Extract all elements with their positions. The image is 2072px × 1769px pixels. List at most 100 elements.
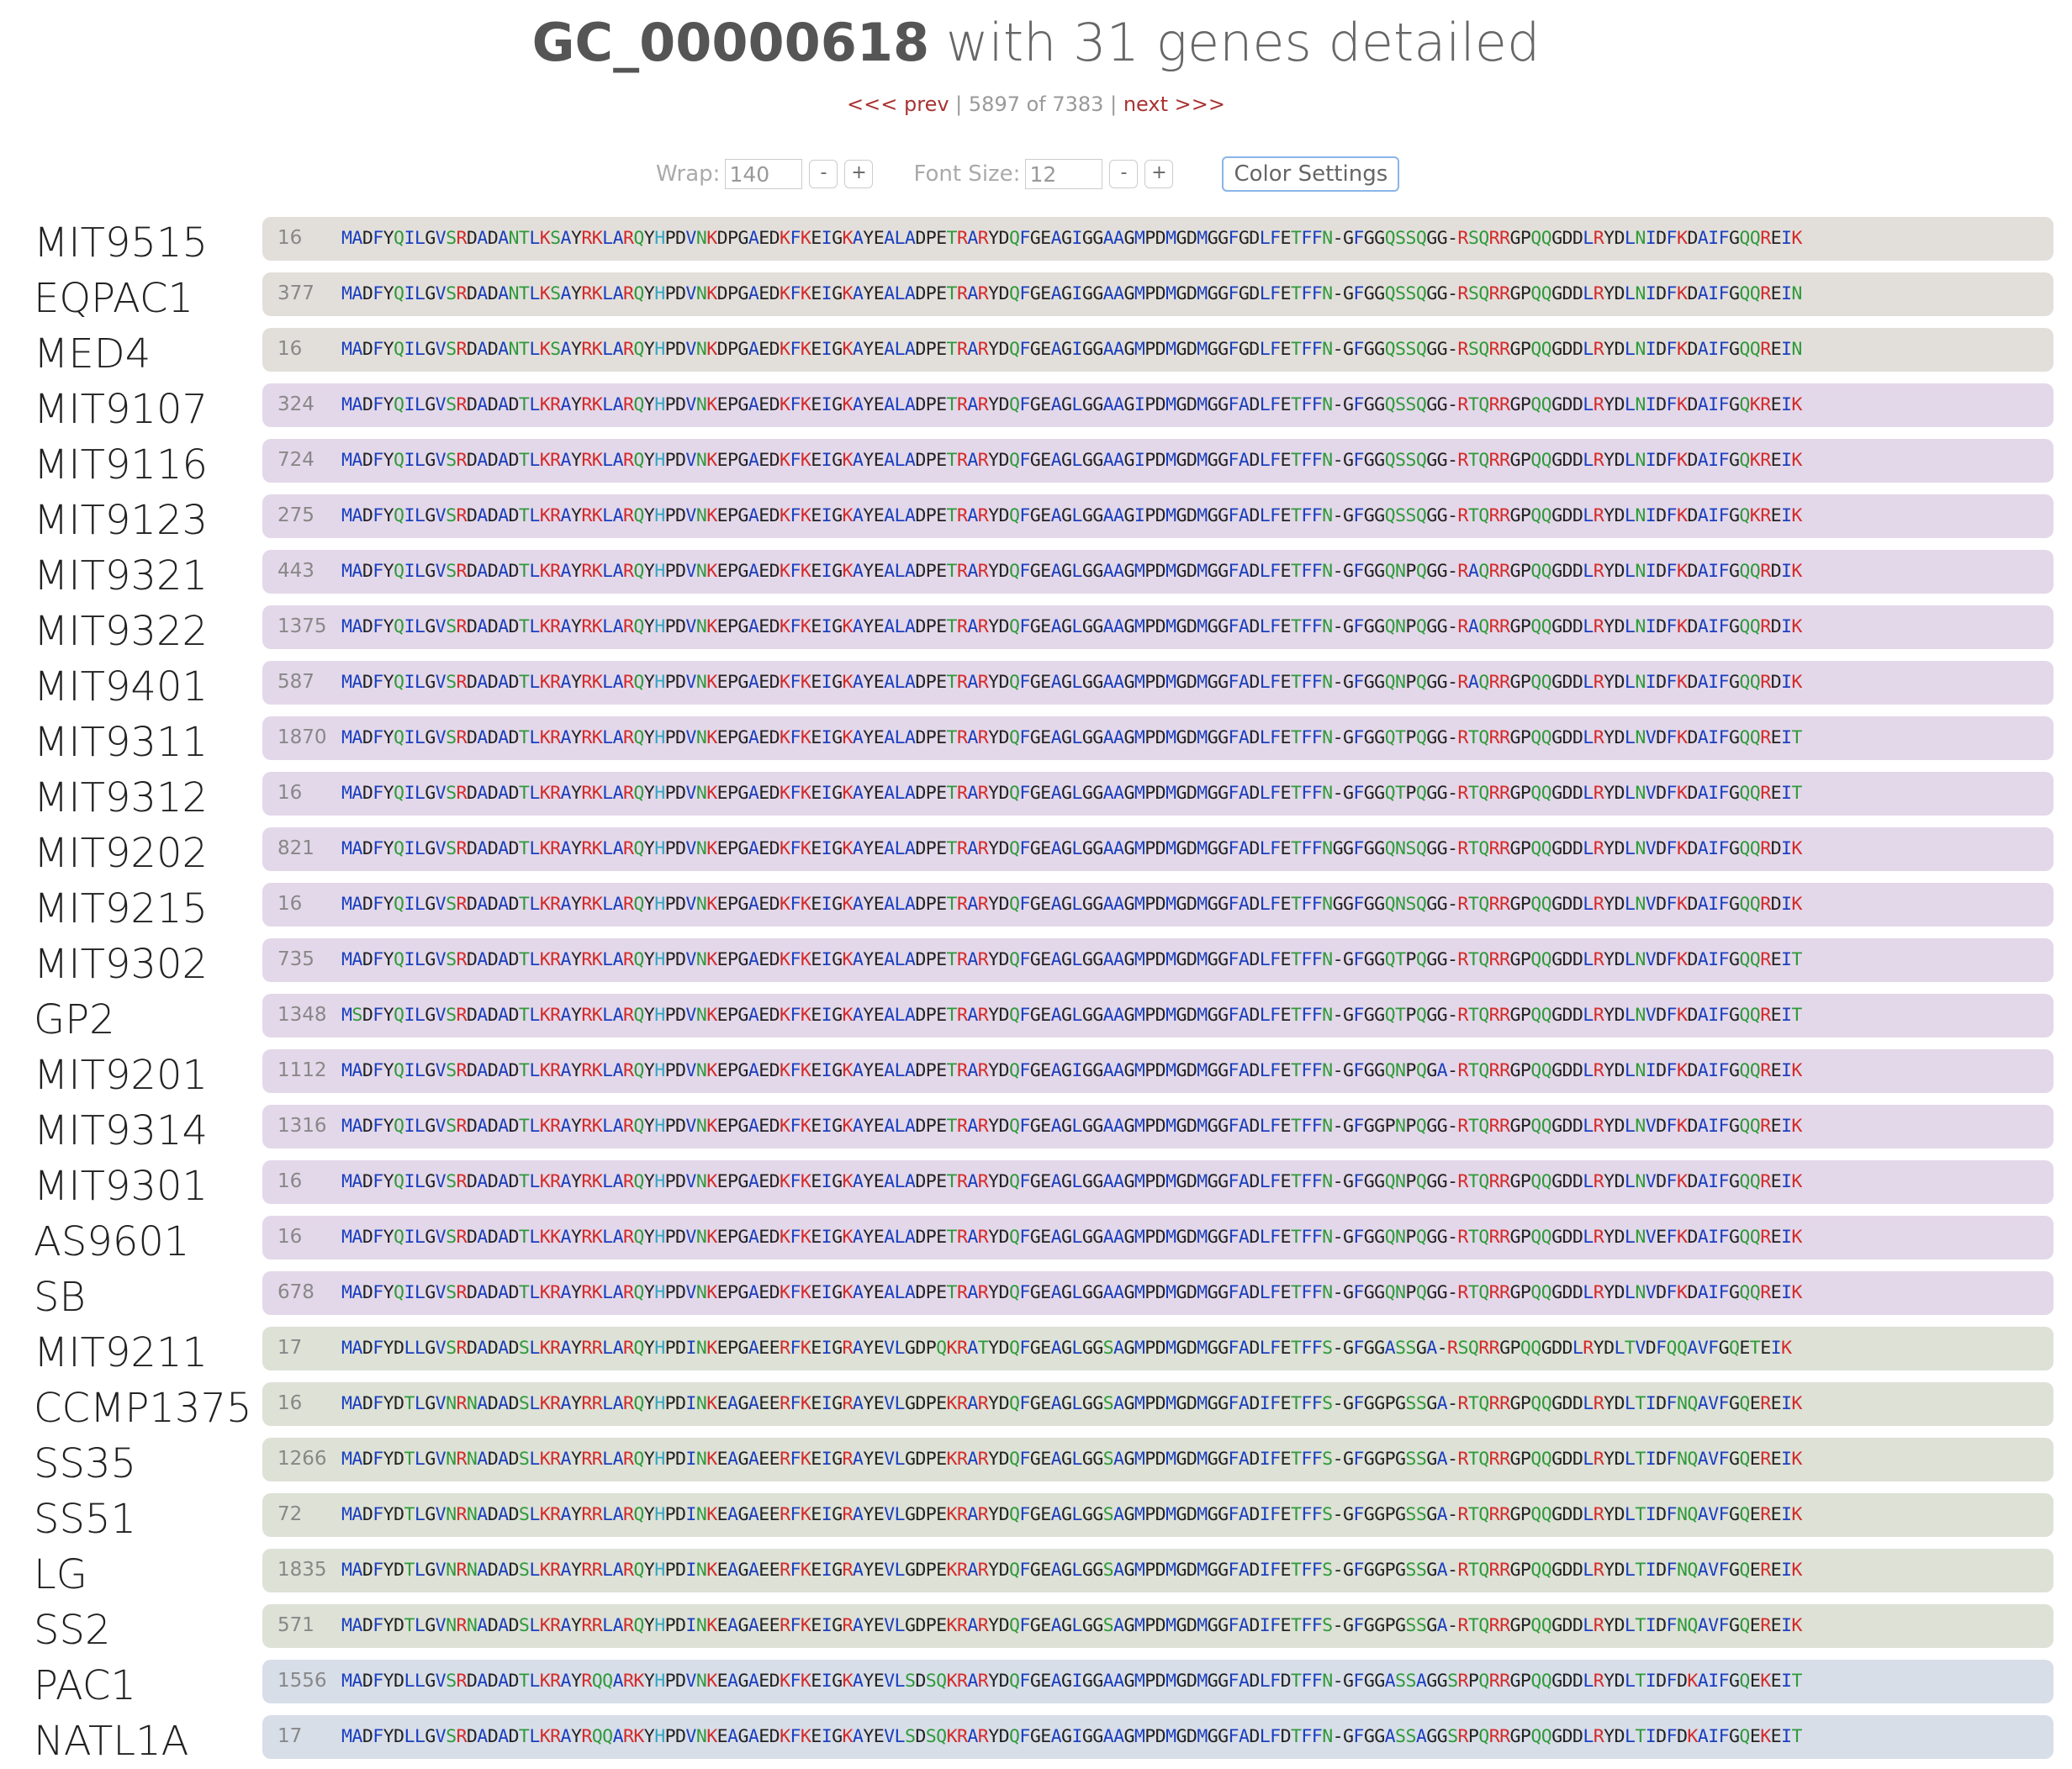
gene-call-id[interactable]: 443	[278, 560, 314, 582]
gene-call-id[interactable]: 1316	[278, 1115, 327, 1137]
wrap-decrease-button[interactable]: -	[809, 160, 838, 188]
gene-name[interactable]: SS2	[34, 1607, 110, 1654]
gene-name[interactable]: MIT9302	[34, 941, 208, 988]
gene-name[interactable]: SS51	[34, 1496, 136, 1543]
gene-name[interactable]: GP2	[34, 996, 115, 1043]
gene-name[interactable]: CCMP1375	[34, 1385, 252, 1432]
page-title: GC_00000618 with 31 genes detailed	[0, 12, 2072, 73]
gene-name[interactable]: MIT9107	[34, 386, 208, 433]
gene-call-id[interactable]: 1266	[278, 1448, 327, 1470]
gene-call-id[interactable]: 16	[278, 1170, 302, 1192]
next-link[interactable]: next >>>	[1123, 92, 1225, 116]
prev-link[interactable]: <<< prev	[847, 92, 949, 116]
font-size-increase-button[interactable]: +	[1144, 160, 1174, 188]
gene-name[interactable]: MIT9401	[34, 663, 208, 710]
gene-call-id[interactable]: 275	[278, 504, 314, 526]
amino-acid-sequence: MSDFYQILGVSRDADADTLKRAYRKLARQYHPDVNKEPGA…	[341, 1005, 1802, 1026]
gene-name[interactable]: MIT9202	[34, 830, 208, 877]
gene-name[interactable]: PAC1	[34, 1662, 136, 1709]
sequence-box: 1316 MADFYQILGVSRDADADTLKRAYRKLARQYHPDVNK…	[262, 1105, 2054, 1149]
gene-row: MIT9301 16 MADFYQILGVSRDADADTLKRAYRKLARQYH…	[0, 1158, 2072, 1213]
gene-row: PAC1 1556 MADFYDLLGVSRDADADTLKRAYRQQARKYHP…	[0, 1657, 2072, 1713]
nav-separator: |	[1110, 92, 1118, 116]
gene-name[interactable]: SS35	[34, 1440, 136, 1487]
sequence-box: 17 MADFYDLLGVSRDADADTLKRAYRQQARKYHPDVNKEA…	[262, 1715, 2054, 1759]
gene-call-id[interactable]: 16	[278, 338, 302, 360]
gene-call-id[interactable]: 324	[278, 393, 314, 415]
sequence-box: 16 MADFYQILGVSRDADANTLKSAYRKLARQYHPDVNKDP…	[262, 328, 2054, 372]
sequence-box: 16 MADFYQILGVSRDADADTLKRAYRKLARQYHPDVNKEP…	[262, 1160, 2054, 1204]
gene-call-id[interactable]: 377	[278, 283, 314, 304]
amino-acid-sequence: MADFYDLLGVSRDADADTLKRAYRQQARKYHPDVNKEAGA…	[341, 1726, 1802, 1747]
gene-call-id[interactable]: 16	[278, 1226, 302, 1248]
gene-call-id[interactable]: 724	[278, 449, 314, 471]
gene-row: MIT9211 17 MADFYDLLGVSRDADADSLKRAYRRLARQYH…	[0, 1324, 2072, 1380]
gene-call-id[interactable]: 72	[278, 1503, 302, 1525]
gene-call-id[interactable]: 1112	[278, 1059, 327, 1081]
sequence-box: 17 MADFYDLLGVSRDADADSLKRAYRRLARQYHPDINKEP…	[262, 1327, 2054, 1370]
gene-call-id[interactable]: 16	[278, 1392, 302, 1414]
font-size-input[interactable]	[1025, 159, 1103, 189]
sequence-box: 275 MADFYQILGVSRDADADTLKRAYRKLARQYHPDVNKE…	[262, 494, 2054, 538]
gene-call-id[interactable]: 678	[278, 1281, 314, 1303]
sequence-box: 1348 MSDFYQILGVSRDADADTLKRAYRKLARQYHPDVNK…	[262, 994, 2054, 1038]
gene-name[interactable]: MIT9312	[34, 774, 208, 821]
gene-name[interactable]: EQPAC1	[34, 275, 193, 322]
gene-call-id[interactable]: 821	[278, 837, 314, 859]
gene-name[interactable]: NATL1A	[34, 1718, 188, 1765]
page-subtitle: with 31 genes detailed	[945, 12, 1541, 73]
amino-acid-sequence: MADFYDTLGVNRNADADSLKRAYRRLARQYHPDINKEAGA…	[341, 1504, 1802, 1525]
font-size-decrease-button[interactable]: -	[1109, 160, 1139, 188]
sequence-box: 1375 MADFYQILGVSRDADADTLKRAYRKLARQYHPDVNK…	[262, 605, 2054, 649]
display-controls: Wrap: - + Font Size: - + Color Settings	[656, 156, 1400, 192]
gene-name[interactable]: MIT9215	[34, 885, 208, 932]
amino-acid-sequence: MADFYQILGVSRDADADTLKRAYRKLARQYHPDVNKEPGA…	[341, 561, 1802, 582]
gene-call-id[interactable]: 16	[278, 227, 302, 249]
gene-call-id[interactable]: 1870	[278, 726, 327, 748]
gene-name[interactable]: MIT9311	[34, 719, 208, 766]
gene-call-id[interactable]: 571	[278, 1614, 314, 1636]
wrap-increase-button[interactable]: +	[844, 160, 874, 188]
amino-acid-sequence: MADFYQILGVSRDADADTLKRAYRKLARQYHPDVNKEPGA…	[341, 838, 1802, 859]
gene-name[interactable]: MIT9116	[34, 441, 208, 488]
gene-row: SS35 1266 MADFYDTLGVNRNADADSLKRAYRRLARQYHP…	[0, 1435, 2072, 1491]
sequence-box: 571 MADFYDTLGVNRNADADSLKRAYRRLARQYHPDINKE…	[262, 1604, 2054, 1648]
gene-name[interactable]: MIT9301	[34, 1163, 208, 1210]
gene-row: MIT9515 16 MADFYQILGVSRDADANTLKSAYRKLARQYH…	[0, 214, 2072, 270]
gene-call-id[interactable]: 17	[278, 1725, 302, 1747]
gene-call-id[interactable]: 587	[278, 671, 314, 693]
gene-call-id[interactable]: 1556	[278, 1670, 327, 1692]
sequence-box: 735 MADFYQILGVSRDADADTLKRAYRKLARQYHPDVNKE…	[262, 938, 2054, 982]
color-settings-button[interactable]: Color Settings	[1222, 156, 1400, 192]
gene-row: EQPAC1 377 MADFYQILGVSRDADANTLKSAYRKLARQYH…	[0, 270, 2072, 325]
gene-call-id[interactable]: 1835	[278, 1559, 327, 1581]
sequence-box: 1556 MADFYDLLGVSRDADADTLKRAYRQQARKYHPDVNK…	[262, 1660, 2054, 1703]
gene-name[interactable]: MIT9515	[34, 219, 208, 267]
gene-row: SS51 72 MADFYDTLGVNRNADADSLKRAYRRLARQYHPDI…	[0, 1491, 2072, 1546]
gene-row: LG 1835 MADFYDTLGVNRNADADSLKRAYRRLARQYHPDI…	[0, 1546, 2072, 1602]
font-size-label: Font Size:	[913, 161, 1021, 187]
gene-call-id[interactable]: 16	[278, 893, 302, 915]
gene-name[interactable]: MIT9211	[34, 1329, 208, 1376]
amino-acid-sequence: MADFYDTLGVNRNADADSLKRAYRRLARQYHPDINKEAGA…	[341, 1393, 1802, 1414]
gene-call-id[interactable]: 1375	[278, 615, 327, 637]
gene-row: GP2 1348 MSDFYQILGVSRDADADTLKRAYRKLARQYHPD…	[0, 991, 2072, 1047]
gene-name[interactable]: LG	[34, 1551, 87, 1598]
gene-name[interactable]: MED4	[34, 330, 151, 378]
gene-call-id[interactable]: 17	[278, 1337, 302, 1359]
gene-call-id[interactable]: 16	[278, 782, 302, 804]
gene-call-id[interactable]: 1348	[278, 1004, 327, 1026]
gene-name[interactable]: MIT9322	[34, 608, 208, 655]
gene-call-id[interactable]: 735	[278, 948, 314, 970]
sequence-box: 16 MADFYDTLGVNRNADADSLKRAYRRLARQYHPDINKEA…	[262, 1382, 2054, 1426]
gene-row: MIT9401 587 MADFYQILGVSRDADADTLKRAYRKLARQY…	[0, 658, 2072, 714]
gene-name[interactable]: MIT9201	[34, 1052, 208, 1099]
gene-name[interactable]: AS9601	[34, 1218, 189, 1265]
gene-name[interactable]: MIT9321	[34, 552, 208, 599]
wrap-input[interactable]	[725, 159, 803, 189]
gene-name[interactable]: SB	[34, 1274, 86, 1321]
sequence-box: 16 MADFYQILGVSRDADANTLKSAYRKLARQYHPDVNKDP…	[262, 217, 2054, 261]
amino-acid-sequence: MADFYQILGVSRDADANTLKSAYRKLARQYHPDVNKDPGA…	[341, 228, 1802, 249]
gene-name[interactable]: MIT9314	[34, 1107, 208, 1154]
gene-name[interactable]: MIT9123	[34, 497, 208, 544]
